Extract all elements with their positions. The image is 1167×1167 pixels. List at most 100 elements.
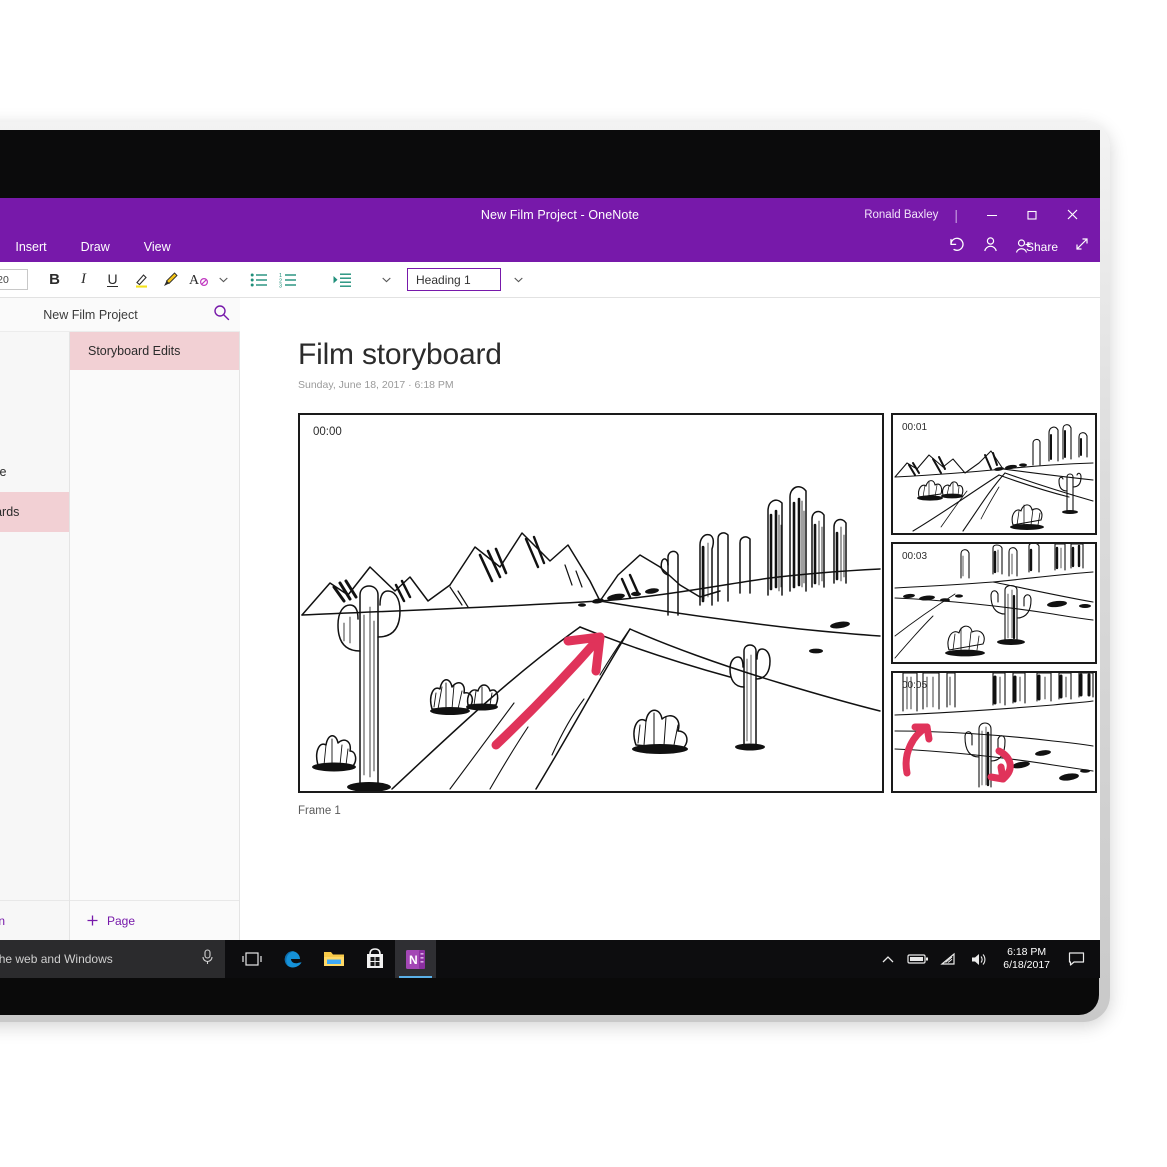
- volume-icon[interactable]: [963, 940, 993, 978]
- paragraph-dropdown[interactable]: [377, 275, 395, 285]
- font-color-dropdown[interactable]: [214, 275, 232, 285]
- frame-timecode: 00:00: [313, 426, 342, 438]
- tab-draw[interactable]: Draw: [64, 231, 127, 262]
- font-size-input[interactable]: 20: [0, 269, 28, 290]
- clock-time: 6:18 PM: [1003, 946, 1050, 959]
- storyboard-thumbnail-1[interactable]: 00:01: [891, 413, 1097, 535]
- close-button[interactable]: [1052, 198, 1092, 231]
- search-placeholder: Search the web and Windows: [0, 952, 200, 966]
- onenote-app-icon[interactable]: N: [395, 940, 436, 978]
- section-label: Storyboards: [0, 505, 19, 519]
- sidebar-item-location[interactable]: Location: [0, 372, 69, 412]
- underline-button[interactable]: U: [98, 266, 127, 294]
- page-list-pane: New Film Project Storyboard Edits Page: [70, 298, 240, 940]
- page-title[interactable]: Film storyboard: [298, 338, 1100, 372]
- sidebar-item-travel[interactable]: Travel: [0, 412, 69, 452]
- frame-timecode: 00:01: [902, 422, 927, 433]
- ink-arrow-annotation-right: [991, 751, 1010, 779]
- storyboard-thumbnail-3[interactable]: 00:05: [891, 671, 1097, 793]
- signed-in-user[interactable]: Ronald Baxley: [864, 209, 938, 221]
- file-explorer-icon[interactable]: [313, 940, 354, 978]
- frame-caption: Frame 1: [298, 805, 1100, 817]
- add-section-label: Section: [0, 914, 5, 928]
- desert-scene-illustration: [300, 415, 882, 791]
- list-item-storyboard-edits[interactable]: Storyboard Edits: [70, 332, 239, 370]
- windows-store-icon[interactable]: [354, 940, 395, 978]
- frame-timecode: 00:05: [902, 680, 927, 691]
- microphone-icon[interactable]: [200, 949, 215, 970]
- storyboard-thumbnail-2[interactable]: 00:03: [891, 542, 1097, 664]
- section-list-pane: Props Location Travel Wardrobe Storyboar…: [0, 298, 70, 940]
- action-center-icon[interactable]: [1060, 940, 1092, 978]
- task-view-icon[interactable]: [231, 940, 272, 978]
- taskbar-apps: N: [231, 940, 436, 978]
- style-selector[interactable]: Heading 1: [407, 268, 501, 291]
- storyboard-main-frame[interactable]: 00:00: [298, 413, 884, 793]
- bold-button[interactable]: B: [40, 266, 69, 294]
- sidebar-item-props[interactable]: Props: [0, 332, 69, 372]
- clear-formatting-icon[interactable]: A: [185, 266, 214, 294]
- plus-icon: [86, 914, 99, 927]
- bold-label: B: [49, 271, 60, 288]
- tablet-camera-bar: [0, 130, 1100, 198]
- format-painter-icon[interactable]: [156, 266, 185, 294]
- style-selector-value: Heading 1: [416, 273, 471, 287]
- edge-browser-icon[interactable]: [272, 940, 313, 978]
- title-bar-divider: |: [954, 207, 958, 223]
- show-hidden-icons-icon[interactable]: [873, 940, 903, 978]
- workspace: Props Location Travel Wardrobe Storyboar…: [0, 298, 1100, 940]
- underline-label: U: [107, 273, 117, 287]
- tab-insert[interactable]: Insert: [0, 231, 64, 262]
- add-page-button[interactable]: Page: [70, 900, 239, 940]
- expand-icon[interactable]: [1074, 236, 1090, 257]
- share-button[interactable]: Share: [1015, 238, 1058, 255]
- svg-text:3: 3: [279, 283, 282, 288]
- restore-button[interactable]: [1012, 198, 1052, 231]
- account-icon[interactable]: [982, 236, 999, 258]
- battery-icon[interactable]: [903, 940, 933, 978]
- sidebar-item-storyboards[interactable]: Storyboards: [0, 492, 69, 532]
- storyboard-thumbnail-column: 00:01: [891, 413, 1097, 793]
- tab-view[interactable]: View: [127, 231, 188, 262]
- search-input[interactable]: Search the web and Windows: [0, 940, 225, 978]
- tablet-screen: New Film Project - OneNote Ronald Baxley…: [0, 198, 1100, 978]
- formatting-toolbar: 20 B I U A 123: [0, 262, 1100, 298]
- style-dropdown[interactable]: [509, 275, 527, 285]
- share-label: Share: [1026, 240, 1058, 254]
- tab-draw-label: Draw: [81, 240, 110, 254]
- windows-taskbar: Search the web and Windows: [0, 940, 1100, 978]
- minimize-button[interactable]: [972, 198, 1012, 231]
- onenote-window: New Film Project - OneNote Ronald Baxley…: [0, 198, 1100, 940]
- title-bar-controls: Ronald Baxley |: [864, 198, 1092, 231]
- add-page-label: Page: [107, 914, 135, 928]
- note-canvas[interactable]: Film storyboard Sunday, June 18, 2017 · …: [240, 298, 1100, 940]
- numbered-list-icon[interactable]: 123: [273, 266, 302, 294]
- add-section-button[interactable]: Section: [0, 900, 69, 940]
- notebook-header: New Film Project: [0, 298, 240, 332]
- notebook-title: New Film Project: [0, 308, 213, 322]
- italic-label: I: [81, 271, 86, 288]
- highlighter-icon[interactable]: [127, 266, 156, 294]
- clock-date: 6/18/2017: [1003, 959, 1050, 972]
- search-icon[interactable]: [213, 304, 230, 326]
- italic-button[interactable]: I: [69, 266, 98, 294]
- section-label: Wardrobe: [0, 465, 6, 479]
- sidebar-item-wardrobe[interactable]: Wardrobe: [0, 452, 69, 492]
- title-bar: New Film Project - OneNote Ronald Baxley…: [0, 198, 1100, 231]
- page-item-label: Storyboard Edits: [88, 344, 180, 358]
- system-tray: 6:18 PM 6/18/2017: [873, 940, 1100, 978]
- tab-view-label: View: [144, 240, 171, 254]
- ink-arrow-annotation: [496, 637, 600, 745]
- increase-indent-icon[interactable]: [328, 266, 357, 294]
- ribbon-right-actions: Share: [947, 231, 1090, 262]
- frame-timecode: 00:03: [902, 551, 927, 562]
- undo-icon[interactable]: [947, 236, 966, 258]
- taskbar-clock[interactable]: 6:18 PM 6/18/2017: [993, 946, 1060, 972]
- svg-text:A: A: [189, 273, 200, 288]
- wifi-icon[interactable]: [933, 940, 963, 978]
- svg-text:N: N: [409, 953, 418, 967]
- bulleted-list-icon[interactable]: [244, 266, 273, 294]
- ribbon-tab-bar: Home Insert Draw View Share: [0, 231, 1100, 262]
- tab-insert-label: Insert: [15, 240, 46, 254]
- storyboard-grid: 00:00: [298, 413, 1100, 793]
